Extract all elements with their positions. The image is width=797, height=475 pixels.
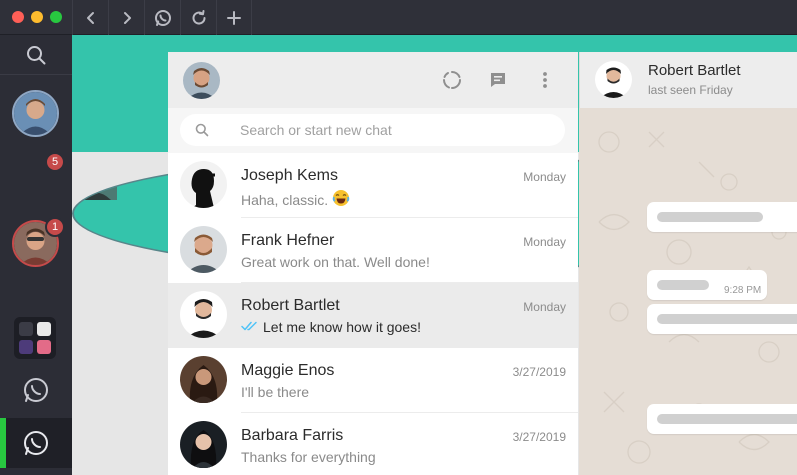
menu-button[interactable] [533,68,557,92]
whatsapp-icon [154,9,171,26]
chat-date: 3/27/2019 [512,365,566,379]
message-bubble [647,404,797,434]
chat-preview-text: Haha, classic. [241,191,329,208]
sidebar-whatsapp-button[interactable] [0,365,72,415]
back-button[interactable] [72,0,108,35]
whatsapp-tab-button[interactable] [144,0,180,35]
chat-date: Monday [523,235,566,249]
chat-preview: Haha, classic. [241,189,350,210]
new-chat-button[interactable] [486,68,510,92]
app-icon [37,322,51,336]
whatsapp-icon [24,378,48,402]
more-vertical-icon [543,72,547,88]
chat-item-maggie-enos[interactable]: Maggie Enos 3/27/2019 I'll be there [168,348,578,413]
message-placeholder [657,314,797,324]
chat-name: Robert Bartlet [241,297,340,314]
chat-list-panel: Joseph Kems Monday Haha, classic. Frank … [168,52,578,475]
avatar [180,161,227,208]
unread-badge: 1 [45,217,65,237]
chat-item-barbara-farris[interactable]: Barbara Farris 3/27/2019 Thanks for ever… [168,413,578,475]
chat-name: Maggie Enos [241,362,335,379]
message-placeholder [657,280,709,290]
message-placeholder [657,414,797,424]
contact-name: Robert Bartlet [648,62,741,79]
message-bubble [647,202,797,232]
chat-preview-text: Great work on that. Well done! [241,254,430,270]
close-window-button[interactable] [12,11,24,23]
sidebar-account-1-avatar[interactable] [12,90,59,137]
app-icon [19,340,33,354]
message-time: 9:28 PM [724,285,762,296]
chat-preview-text: I'll be there [241,384,310,400]
chevron-right-icon [123,11,131,24]
chat-preview: Great work on that. Well done! [241,254,430,270]
sidebar-whatsapp-active-button[interactable] [0,418,72,468]
last-seen-status: last seen Friday [648,83,733,97]
chat-name: Frank Hefner [241,232,335,249]
avatar [180,421,227,468]
chat-list: Joseph Kems Monday Haha, classic. Frank … [168,153,578,475]
search-icon [195,123,209,137]
window-titlebar [0,0,797,35]
conversation-header[interactable]: Robert Bartlet last seen Friday [579,52,797,108]
message-placeholder [657,212,763,222]
minimize-window-button[interactable] [31,11,43,23]
chat-item-robert-bartlet[interactable]: Robert Bartlet Monday Let me know how it… [168,283,578,348]
chat-date: Monday [523,300,566,314]
chevron-left-icon [86,11,94,24]
profile-avatar[interactable] [183,62,220,99]
new-chat-icon [491,73,505,87]
github-icon [19,322,33,336]
laughing-emoji-icon [332,189,350,210]
chat-date: Monday [523,170,566,184]
chat-preview: Let me know how it goes! [241,319,421,335]
search-icon [27,45,46,64]
chat-preview-text: Thanks for everything [241,449,376,465]
sidebar-search-button[interactable] [0,35,72,75]
chat-item-frank-hefner[interactable]: Frank Hefner Monday Great work on that. … [168,218,578,283]
search-input[interactable] [240,120,540,140]
refresh-icon [192,9,206,25]
chat-preview: I'll be there [241,384,309,400]
message-bubble: 9:28 PM [647,270,767,300]
add-tab-button[interactable] [216,0,252,35]
refresh-button[interactable] [180,0,216,35]
avatar [180,356,227,403]
app-icon [37,340,51,354]
chat-item-joseph-kems[interactable]: Joseph Kems Monday Haha, classic. [168,153,578,218]
chat-preview-text: Let me know how it goes! [263,319,421,335]
avatar [180,291,227,338]
status-icon [442,70,461,89]
chat-list-header [168,52,578,108]
avatar [180,226,227,273]
search-bar [168,108,578,153]
apps-grid-button[interactable] [14,317,56,359]
forward-button[interactable] [108,0,144,35]
double-check-icon [241,319,259,335]
plus-icon [227,10,241,25]
whatsapp-icon [24,431,48,455]
active-indicator [0,418,6,468]
contact-avatar[interactable] [595,61,632,98]
chat-preview: Thanks for everything [241,449,376,465]
status-button[interactable] [440,68,464,92]
search-box [180,114,565,146]
maximize-window-button[interactable] [50,11,62,23]
chat-name: Joseph Kems [241,167,338,184]
conversation-pane: Robert Bartlet last seen Friday 9:28 PM [579,52,797,475]
message-bubble [647,304,797,334]
chat-date: 3/27/2019 [512,430,566,444]
app-sidebar: 5 1 [0,35,797,475]
chat-name: Barbara Farris [241,427,344,444]
unread-badge: 5 [45,152,65,172]
